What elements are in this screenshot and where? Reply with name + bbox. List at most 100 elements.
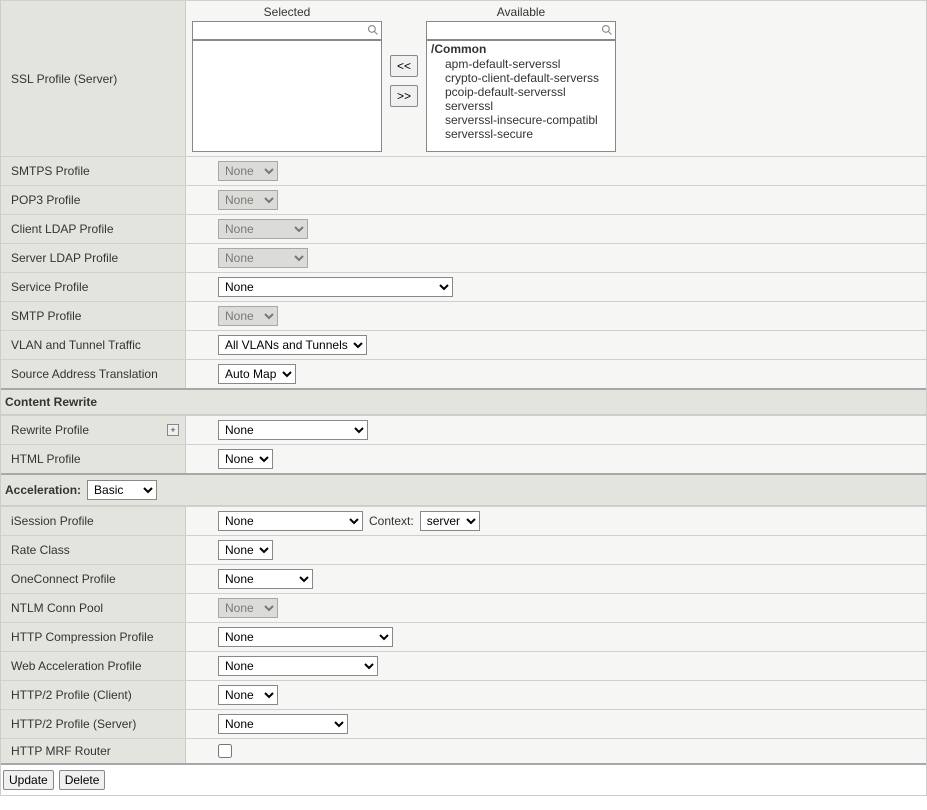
label-smtps: SMTPS Profile — [1, 157, 186, 185]
selected-column: Selected — [192, 5, 382, 152]
server-ldap-select: None — [218, 248, 308, 268]
delete-button[interactable]: Delete — [59, 770, 106, 790]
available-title: Available — [497, 5, 545, 19]
row-oneconnect: OneConnect ProfileNone — [1, 564, 926, 593]
ntlm-select: None — [218, 598, 278, 618]
list-folder[interactable]: /Common — [427, 41, 615, 57]
row-httpcomp: HTTP Compression Profile None — [1, 622, 926, 651]
section-title: Acceleration: — [5, 483, 81, 497]
ssl-dual-list: Selected << >> Available/Commonapm-default-… — [186, 1, 926, 156]
field-rewrite: None — [186, 416, 926, 444]
label-text: SMTPS Profile — [11, 164, 90, 178]
row-server-ldap: Server LDAP Profile None — [1, 243, 926, 272]
label-text: Rewrite Profile — [11, 423, 89, 437]
label-http2s: HTTP/2 Profile (Server) — [1, 710, 186, 738]
selected-search-input[interactable] — [192, 21, 382, 40]
label-text: SSL Profile (Server) — [11, 72, 117, 86]
label-text: NTLM Conn Pool — [11, 601, 103, 615]
available-search-input[interactable] — [426, 21, 616, 40]
row-smtps: SMTPS ProfileNone — [1, 156, 926, 185]
html-select[interactable]: None — [218, 449, 273, 469]
field-smtp: None — [186, 302, 926, 330]
field-ntlm: None — [186, 594, 926, 622]
context-label: Context: — [369, 514, 414, 528]
rewrite-select[interactable]: None — [218, 420, 368, 440]
field-isession: None Context: server — [186, 507, 926, 535]
acceleration-mode-select[interactable]: Basic — [87, 480, 157, 500]
move-left-button[interactable]: << — [390, 55, 418, 77]
label-text: SMTP Profile — [11, 309, 81, 323]
label-httpcomp: HTTP Compression Profile — [1, 623, 186, 651]
row-pop3: POP3 Profile None — [1, 185, 926, 214]
httpcomp-select[interactable]: None — [218, 627, 393, 647]
label-text: POP3 Profile — [11, 193, 80, 207]
list-item[interactable]: serverssl-secure — [427, 127, 615, 141]
section-acceleration: Acceleration: Basic — [1, 473, 926, 506]
update-button[interactable]: Update — [3, 770, 54, 790]
rate-select[interactable]: None — [218, 540, 273, 560]
row-service: Service Profile None — [1, 272, 926, 301]
label-sat: Source Address Translation — [1, 360, 186, 388]
selected-listbox[interactable] — [192, 40, 382, 152]
sat-select[interactable]: Auto Map — [218, 364, 296, 384]
row-http2s: HTTP/2 Profile (Server) None — [1, 709, 926, 738]
row-smtp: SMTP Profile None — [1, 301, 926, 330]
list-item[interactable]: serverssl — [427, 99, 615, 113]
field-webaccel: None — [186, 652, 926, 680]
available-listbox[interactable]: /Commonapm-default-serversslcrypto-clien… — [426, 40, 616, 152]
label-text: Client LDAP Profile — [11, 222, 114, 236]
label-text: Rate Class — [11, 543, 70, 557]
label-text: iSession Profile — [11, 514, 94, 528]
label-webaccel: Web Acceleration Profile — [1, 652, 186, 680]
webaccel-select[interactable]: None — [218, 656, 378, 676]
list-item[interactable]: pcoip-default-serverssl — [427, 85, 615, 99]
list-item[interactable]: apm-default-serverssl — [427, 57, 615, 71]
field-client-ldap: None — [186, 215, 926, 243]
label-text: HTTP/2 Profile (Server) — [11, 717, 136, 731]
row-ssl-profile-server: SSL Profile (Server) Selected << >> Availabl… — [1, 0, 926, 156]
move-right-button[interactable]: >> — [390, 85, 418, 107]
label-text: HTTP/2 Profile (Client) — [11, 688, 132, 702]
plus-icon[interactable]: + — [167, 424, 179, 436]
row-mrf: HTTP MRF Router — [1, 738, 926, 763]
field-pop3: None — [186, 186, 926, 214]
label-ssl-profile-server: SSL Profile (Server) — [1, 1, 186, 156]
label-text: Server LDAP Profile — [11, 251, 118, 265]
label-html: HTML Profile — [1, 445, 186, 473]
row-rate: Rate Class None — [1, 535, 926, 564]
label-service: Service Profile — [1, 273, 186, 301]
available-column: Available/Commonapm-default-serversslcry… — [426, 5, 616, 152]
list-item[interactable]: crypto-client-default-serverss — [427, 71, 615, 85]
field-rate: None — [186, 536, 926, 564]
label-mrf: HTTP MRF Router — [1, 739, 186, 763]
row-http2c: HTTP/2 Profile (Client) None — [1, 680, 926, 709]
mrf-checkbox[interactable] — [218, 744, 232, 758]
label-text: HTML Profile — [11, 452, 81, 466]
label-isession: iSession Profile — [1, 507, 186, 535]
selected-title: Selected — [264, 5, 311, 19]
label-pop3: POP3 Profile — [1, 186, 186, 214]
vlan-select[interactable]: All VLANs and Tunnels — [218, 335, 367, 355]
label-server-ldap: Server LDAP Profile — [1, 244, 186, 272]
service-select[interactable]: None — [218, 277, 453, 297]
section-title: Content Rewrite — [5, 395, 97, 409]
label-text: Web Acceleration Profile — [11, 659, 142, 673]
label-rewrite: Rewrite Profile + — [1, 416, 186, 444]
label-ntlm: NTLM Conn Pool — [1, 594, 186, 622]
isession-select[interactable]: None — [218, 511, 363, 531]
list-item[interactable]: serverssl-insecure-compatibl — [427, 113, 615, 127]
row-client-ldap: Client LDAP Profile None — [1, 214, 926, 243]
field-server-ldap: None — [186, 244, 926, 272]
label-text: VLAN and Tunnel Traffic — [11, 338, 141, 352]
http2s-select[interactable]: None — [218, 714, 348, 734]
http2c-select[interactable]: None — [218, 685, 278, 705]
label-client-ldap: Client LDAP Profile — [1, 215, 186, 243]
oneconnect-select[interactable]: None — [218, 569, 313, 589]
section-content-rewrite: Content Rewrite — [1, 388, 926, 415]
isession-context-select[interactable]: server — [420, 511, 480, 531]
label-text: HTTP MRF Router — [11, 744, 111, 758]
label-text: Service Profile — [11, 280, 88, 294]
label-text: Source Address Translation — [11, 367, 158, 381]
field-oneconnect: None — [186, 565, 926, 593]
field-service: None — [186, 273, 926, 301]
